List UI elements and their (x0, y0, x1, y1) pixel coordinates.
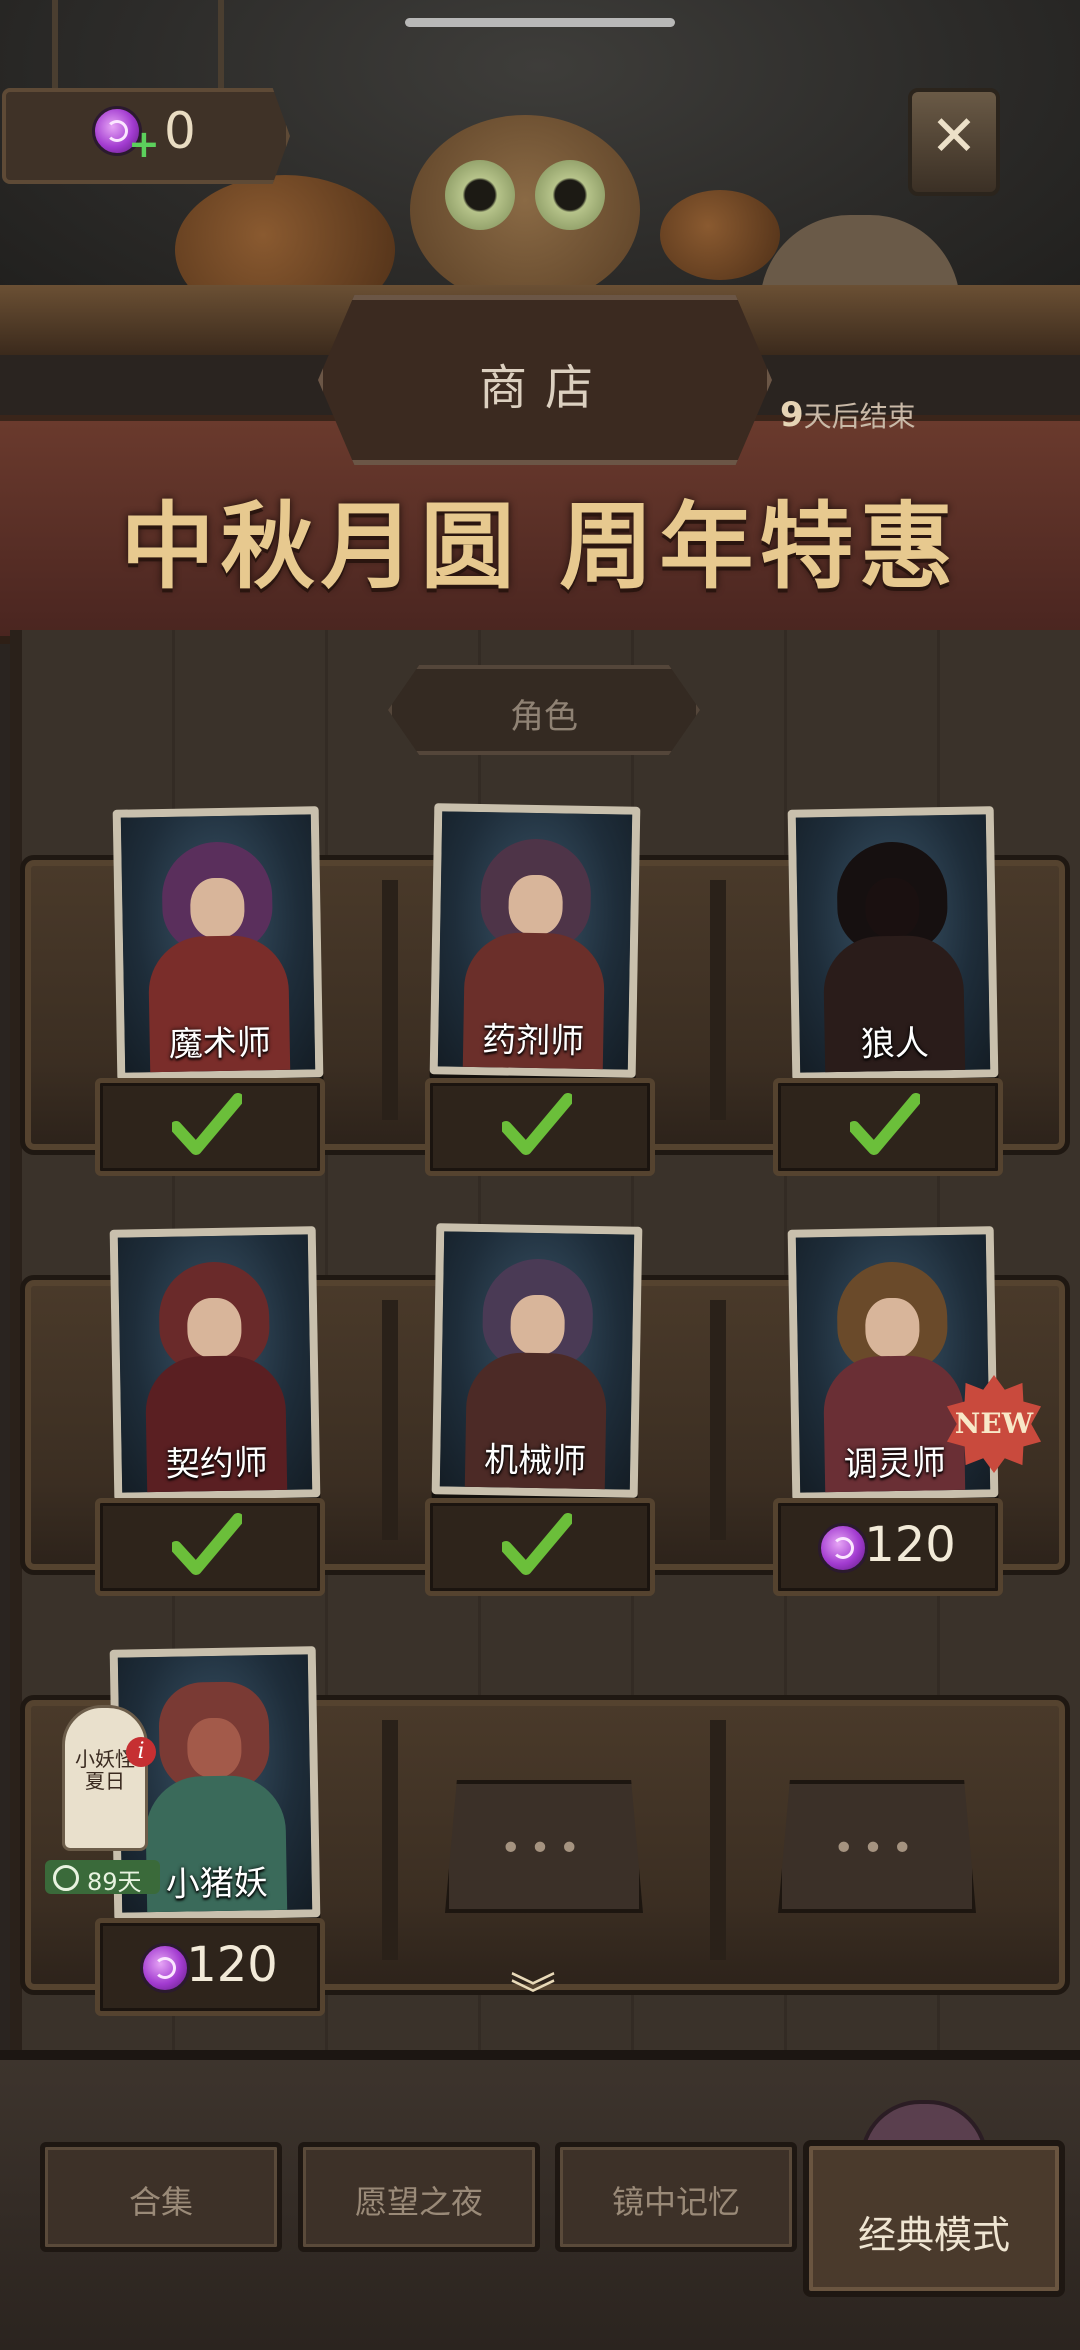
classic-mode-button[interactable]: 经典模式 (803, 2140, 1065, 2297)
character-card-werewolf[interactable]: 狼人 (787, 806, 999, 1081)
owned-plate (425, 1078, 655, 1176)
check-icon (502, 1513, 572, 1575)
owned-plate (95, 1498, 325, 1596)
info-icon[interactable]: i (126, 1737, 156, 1767)
shelf-divider (382, 1300, 398, 1540)
check-icon (172, 1513, 242, 1575)
character-card-contractor[interactable]: 契约师 (109, 1226, 321, 1501)
tab-label: 镜中记忆 (611, 2183, 740, 2221)
shelf-divider (382, 1720, 398, 1960)
close-button[interactable]: ✕ (908, 88, 1000, 196)
character-card-mechanic[interactable]: 机械师 (431, 1223, 643, 1498)
character-name: 机械师 (483, 1440, 587, 1482)
buy-button[interactable]: 120 (95, 1918, 325, 2016)
check-icon (850, 1093, 920, 1155)
character-card-magician[interactable]: 魔术师 (112, 806, 324, 1081)
tab-mirror-memory[interactable]: 镜中记忆 (555, 2142, 797, 2252)
price-value: 120 (864, 1517, 956, 1573)
shelf-divider (382, 880, 398, 1120)
clock-icon (53, 1865, 79, 1891)
character-name: 药剂师 (481, 1020, 585, 1062)
locked-slot-dots: ••• (500, 1828, 588, 1869)
close-icon: ✕ (930, 104, 978, 169)
candy-icon (140, 1943, 190, 1993)
owl-icon (410, 115, 640, 305)
category-label: 角色 (510, 697, 578, 737)
event-ends-suffix: 天后结束 (803, 400, 916, 433)
event-ends-days: 9 (780, 395, 804, 435)
owl-eye-right-icon (535, 160, 605, 230)
grab-handle[interactable] (405, 18, 675, 27)
candy-icon (818, 1523, 868, 1573)
rope-right (218, 0, 224, 88)
classic-mode-label: 经典模式 (857, 2213, 1010, 2257)
currency-value: 0 (164, 102, 196, 160)
locked-slot[interactable]: ••• (778, 1780, 976, 1913)
currency-display[interactable]: + 0 (2, 88, 290, 184)
owned-plate (95, 1078, 325, 1176)
days-remaining-badge: 89天 (45, 1860, 160, 1896)
tab-label: 愿望之夜 (354, 2183, 483, 2221)
shop-title: 商店 (478, 360, 611, 416)
buy-button[interactable]: 120 (773, 1498, 1003, 1596)
shelf-divider (710, 1720, 726, 1960)
character-card-alchemist[interactable]: 药剂师 (429, 803, 641, 1078)
new-badge-label: NEW (954, 1407, 1034, 1440)
limited-event-tag[interactable]: 小妖怪夏日 (62, 1705, 148, 1851)
owned-plate (773, 1078, 1003, 1176)
check-icon (502, 1093, 572, 1155)
days-remaining: 89天 (87, 1868, 142, 1896)
price-value: 120 (186, 1937, 278, 1993)
tab-label: 合集 (128, 2183, 193, 2221)
category-tab-role[interactable]: 角色 (388, 665, 700, 755)
plus-icon[interactable]: + (128, 122, 160, 166)
check-icon (172, 1093, 242, 1155)
owl-eye-left-icon (445, 160, 515, 230)
rope-left (52, 0, 58, 88)
locked-slot[interactable]: ••• (445, 1780, 643, 1913)
character-name: 狼人 (860, 1023, 930, 1065)
tab-collection[interactable]: 合集 (40, 2142, 282, 2252)
character-name: 契约师 (165, 1443, 269, 1485)
small-pumpkin-icon (660, 190, 780, 280)
shelf-divider (710, 880, 726, 1120)
locked-slot-dots: ••• (833, 1828, 921, 1869)
shop-title-plate: 商店 (318, 295, 772, 465)
character-name: 魔术师 (168, 1023, 272, 1065)
shelf-divider (710, 1300, 726, 1540)
scroll-down-chevron-icon[interactable]: ︾ (510, 1972, 556, 2018)
owned-plate (425, 1498, 655, 1596)
tab-wish-night[interactable]: 愿望之夜 (298, 2142, 540, 2252)
event-ends-text: 9天后结束 (780, 395, 916, 435)
banner-title: 中秋月圆 周年特惠 (120, 492, 960, 602)
